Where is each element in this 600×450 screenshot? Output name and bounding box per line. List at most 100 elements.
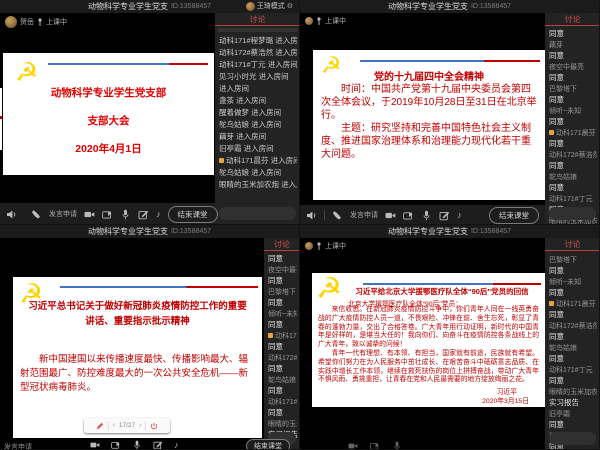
chat-sender-name: 动科171#丁元 — [549, 366, 597, 376]
presenter-avatar[interactable] — [305, 17, 313, 25]
share-screen-icon[interactable] — [403, 210, 414, 221]
chat-join-message: 旧亭霜 进入房间 — [219, 143, 297, 155]
chat-reply-message: 同意 — [549, 420, 597, 430]
chat-sidebar: 讨论 动科171#程梦璐 进入房间动科172#蔡浩然 进入房间动科171#丁元 … — [215, 13, 300, 224]
chat-sender-name: 动科171#丁元 — [549, 195, 597, 205]
tab-discussion[interactable]: 讨论 — [215, 13, 300, 26]
gear-icon[interactable]: ⚙ — [287, 3, 293, 10]
chat-sender-name: 鸵鸟姑娘 — [549, 344, 597, 354]
chat-reply-message: 同意 — [549, 310, 597, 320]
presenter-name: 贺岳 — [20, 17, 34, 27]
chat-reply-message: 同意 — [268, 254, 297, 264]
next-page-icon[interactable]: › — [139, 422, 141, 429]
chat-reply-message: 同意 — [268, 320, 297, 330]
slide: ☭ 党的十九届四中全会精神 时间：中国共产党第十九届中央委员会第四次全体会议，于… — [313, 50, 545, 200]
chat-reply-message: 同意 — [549, 29, 597, 39]
speak-request-label[interactable]: 发言申请 — [49, 209, 77, 219]
tab-discussion[interactable]: 讨论 — [545, 238, 600, 251]
member-badge-icon — [268, 333, 273, 338]
presenter-avatar[interactable] — [5, 16, 17, 28]
slide-paragraph: 主题：研究坚持和完善中国特色社会主义制度、推进国家治理体系和治理能力现代化若干重… — [321, 122, 537, 161]
speaker-icon[interactable] — [6, 209, 17, 220]
chat-input[interactable] — [219, 207, 296, 220]
share-screen-icon[interactable] — [111, 440, 121, 450]
end-class-button[interactable]: 结束课堂 — [246, 439, 290, 450]
chat-sender-name: 巴黎塔下 — [549, 256, 597, 266]
camera-icon[interactable] — [385, 210, 396, 221]
meeting-screenshot-top-left: 动物科学专业学生党支 ID:13588457 王琦模式 ⚙ 贺岳 上课中 ☭ 动… — [0, 0, 300, 225]
mic-icon[interactable] — [120, 209, 131, 220]
chat-input[interactable] — [549, 432, 596, 445]
chat-list: 巴黎塔下同意倾听~未知同意动科171晨芬同意动科172#蔡浩然同意鸵鸟姑娘同意动… — [545, 251, 600, 449]
presenter-avatar[interactable] — [305, 242, 313, 250]
chat-join-message: 眼睛的玉米加农炮 进入房间 — [219, 179, 297, 191]
chat-join-message: 鸵鸟姑娘 进入房间 — [219, 119, 297, 131]
divider-line — [360, 60, 540, 62]
slide-paragraph: 来信收悉。在新冠肺炎疫情防控斗争中，你们青年人同在一线英勇奋战的广大疫情防控人员… — [318, 306, 539, 350]
chat-join-message: 见习小时光 进入房间 — [219, 71, 297, 83]
bottom-toolbar: 发言申请 ♪ 结束课堂 — [300, 205, 545, 225]
chat-sender-name: 动科171晨芬 — [268, 332, 297, 342]
music-note-icon[interactable]: ♪ — [457, 211, 462, 220]
tab-label: 讨论 — [274, 239, 290, 250]
meeting-screenshot-bottom-left: 动物科学专业学生党支 ID:13588457 ☭ 习近平总书记关于做好新冠肺炎疫… — [0, 225, 300, 450]
mic-icon[interactable] — [392, 441, 402, 450]
power-icon[interactable] — [150, 422, 158, 430]
camera-icon[interactable] — [84, 209, 95, 220]
chat-reply-message: 同意 — [549, 332, 597, 342]
prev-page-icon[interactable]: ‹ — [113, 422, 115, 429]
meeting-screenshot-top-right: 动物科学专业学生党支 ID:13588457 上课中 ☭ 党的十九届四中全会精神… — [300, 0, 600, 225]
chat-reply-message: 同意 — [549, 376, 597, 386]
chat-sender-name: 夜空中最亮 — [268, 266, 297, 276]
room-id: ID:13588457 — [171, 3, 211, 10]
four-screenshot-montage: 动物科学专业学生党支 ID:13588457 王琦模式 ⚙ 贺岳 上课中 ☭ 动… — [0, 0, 600, 450]
end-class-button[interactable]: 结束课堂 — [489, 207, 539, 224]
edit-icon[interactable] — [439, 210, 450, 221]
music-note-icon[interactable]: ♪ — [156, 210, 161, 219]
camera-icon[interactable] — [90, 440, 100, 450]
mic-icon[interactable] — [421, 210, 432, 221]
chat-join-message: 进入房间 — [219, 83, 297, 95]
mic-icon[interactable] — [132, 440, 142, 450]
chat-sender-name: 动科171#丁元 — [268, 398, 297, 408]
slide-date: 2020年4月1日 — [3, 141, 214, 156]
divider-line — [48, 63, 208, 65]
chat-list: 同意藕芽同意夜空中最亮同意巴黎塔下同意倾听~未知同意动科171晨芬同意动科172… — [545, 26, 600, 224]
phone-icon[interactable] — [31, 209, 42, 220]
room-id: ID:13588457 — [471, 228, 511, 235]
tab-discussion[interactable]: 讨论 — [545, 13, 600, 26]
speaker-icon[interactable] — [306, 210, 317, 221]
phone-icon[interactable] — [332, 210, 343, 221]
avatar — [246, 2, 255, 11]
tab-discussion[interactable]: 讨论 — [264, 238, 300, 251]
camera-icon[interactable] — [348, 441, 358, 450]
slide-paragraph: 青年一代有理想、有本领、有担当，国家就有前途，民族就有希望。希望你们努力在为人民… — [318, 350, 539, 385]
chat-input[interactable] — [549, 207, 596, 220]
chat-sender-name: 旧亭霜 — [549, 410, 597, 420]
slide-body: 时间：中国共产党第十九届中央委员会第四次全体会议，于2019年10月28日至31… — [321, 83, 537, 161]
speak-request-label[interactable]: 发言申请 — [4, 442, 32, 450]
edit-icon[interactable] — [138, 209, 149, 220]
mode-chip[interactable]: 王琦模式 ⚙ — [246, 1, 293, 11]
chat-sender-name: 夜空中最亮 — [549, 63, 597, 73]
chat-sender-name: 眼睛的玉米加农炮 — [268, 420, 297, 430]
chat-sender-name: 倾听~未知 — [549, 278, 597, 288]
end-class-button[interactable]: 结束课堂 — [168, 206, 218, 223]
speak-request-label[interactable]: 发言申请 — [350, 210, 378, 220]
share-screen-icon[interactable] — [370, 441, 380, 450]
chat-reply-message: 同意 — [549, 51, 597, 61]
music-note-icon[interactable]: ♪ — [174, 441, 179, 450]
chat-join-message: 醒着做梦 进入房间 — [219, 107, 297, 119]
chat-join-message: 藕芽 进入房间 — [219, 131, 297, 143]
chat-reply-message: 同意 — [549, 73, 597, 83]
slide-body: 来信收悉。在新冠肺炎疫情防控斗争中，你们青年人同在一线英勇奋战的广大疫情防控人员… — [318, 306, 539, 385]
chat-sidebar: 讨论 同意夜空中最亮同意巴黎塔下同意倾听~未知同意动科171晨芬同意动科172#… — [264, 238, 300, 449]
edit-icon[interactable] — [153, 440, 163, 450]
room-id: ID:13588457 — [171, 228, 211, 235]
party-emblem-icon: ☭ — [15, 59, 38, 85]
chat-sender-name: 动科172#蔡浩然 — [549, 151, 597, 161]
share-screen-icon[interactable] — [102, 209, 113, 220]
chat-join-message: 盏茶 进入房间 — [219, 95, 297, 107]
slide-title: 党的十九届四中全会精神 — [313, 68, 545, 83]
pen-icon[interactable] — [96, 422, 104, 430]
